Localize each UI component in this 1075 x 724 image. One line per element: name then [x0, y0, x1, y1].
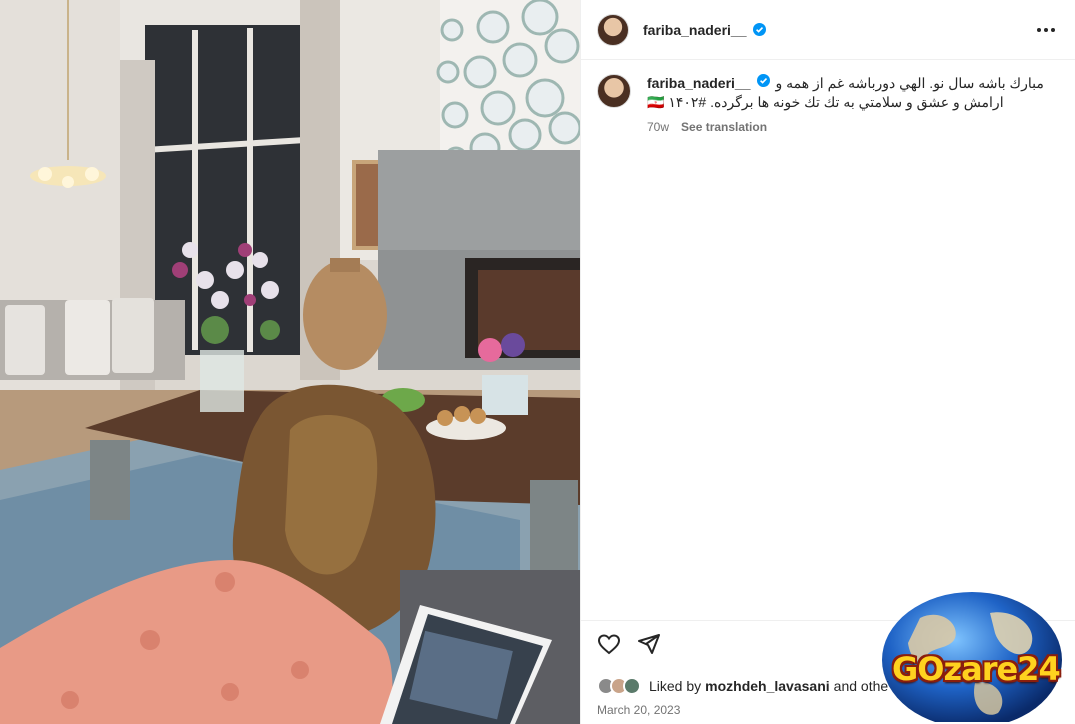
more-horizontal-icon: [1037, 27, 1041, 32]
more-options-button[interactable]: [1033, 20, 1059, 40]
post-photo[interactable]: [0, 0, 580, 724]
caption-text-line1: مبارك باشه سال نو. الهي دورباشه غم از هم…: [775, 75, 1044, 91]
author-avatar[interactable]: [597, 13, 629, 46]
liked-by-user[interactable]: mozhdeh_lavasani: [705, 678, 830, 694]
see-translation-link[interactable]: See translation: [681, 118, 767, 137]
caption-username[interactable]: fariba_naderi__: [647, 74, 751, 93]
send-icon[interactable]: [637, 632, 661, 661]
post-age: 70w: [647, 120, 670, 134]
liked-by-label: Liked by: [649, 678, 702, 694]
author-username[interactable]: fariba_naderi__: [643, 22, 747, 38]
heart-icon[interactable]: [597, 632, 621, 661]
photo-illustration: [0, 0, 580, 724]
verified-badge-icon: [752, 23, 766, 36]
caption-verified-badge-icon: [756, 74, 770, 87]
post-header: fariba_naderi__: [581, 0, 1075, 60]
caption-text-line2: ارامش و عشق و سلامتي به تك تك خونه ها بر…: [647, 94, 1004, 110]
watermark-text: GOzare24: [892, 650, 1061, 688]
gozare24-watermark: GOzare24: [880, 588, 1066, 724]
caption: fariba_naderi__ مبارك باشه سال نو. الهي …: [581, 60, 1075, 151]
liker-avatars[interactable]: [597, 677, 641, 695]
caption-avatar[interactable]: [597, 74, 631, 108]
